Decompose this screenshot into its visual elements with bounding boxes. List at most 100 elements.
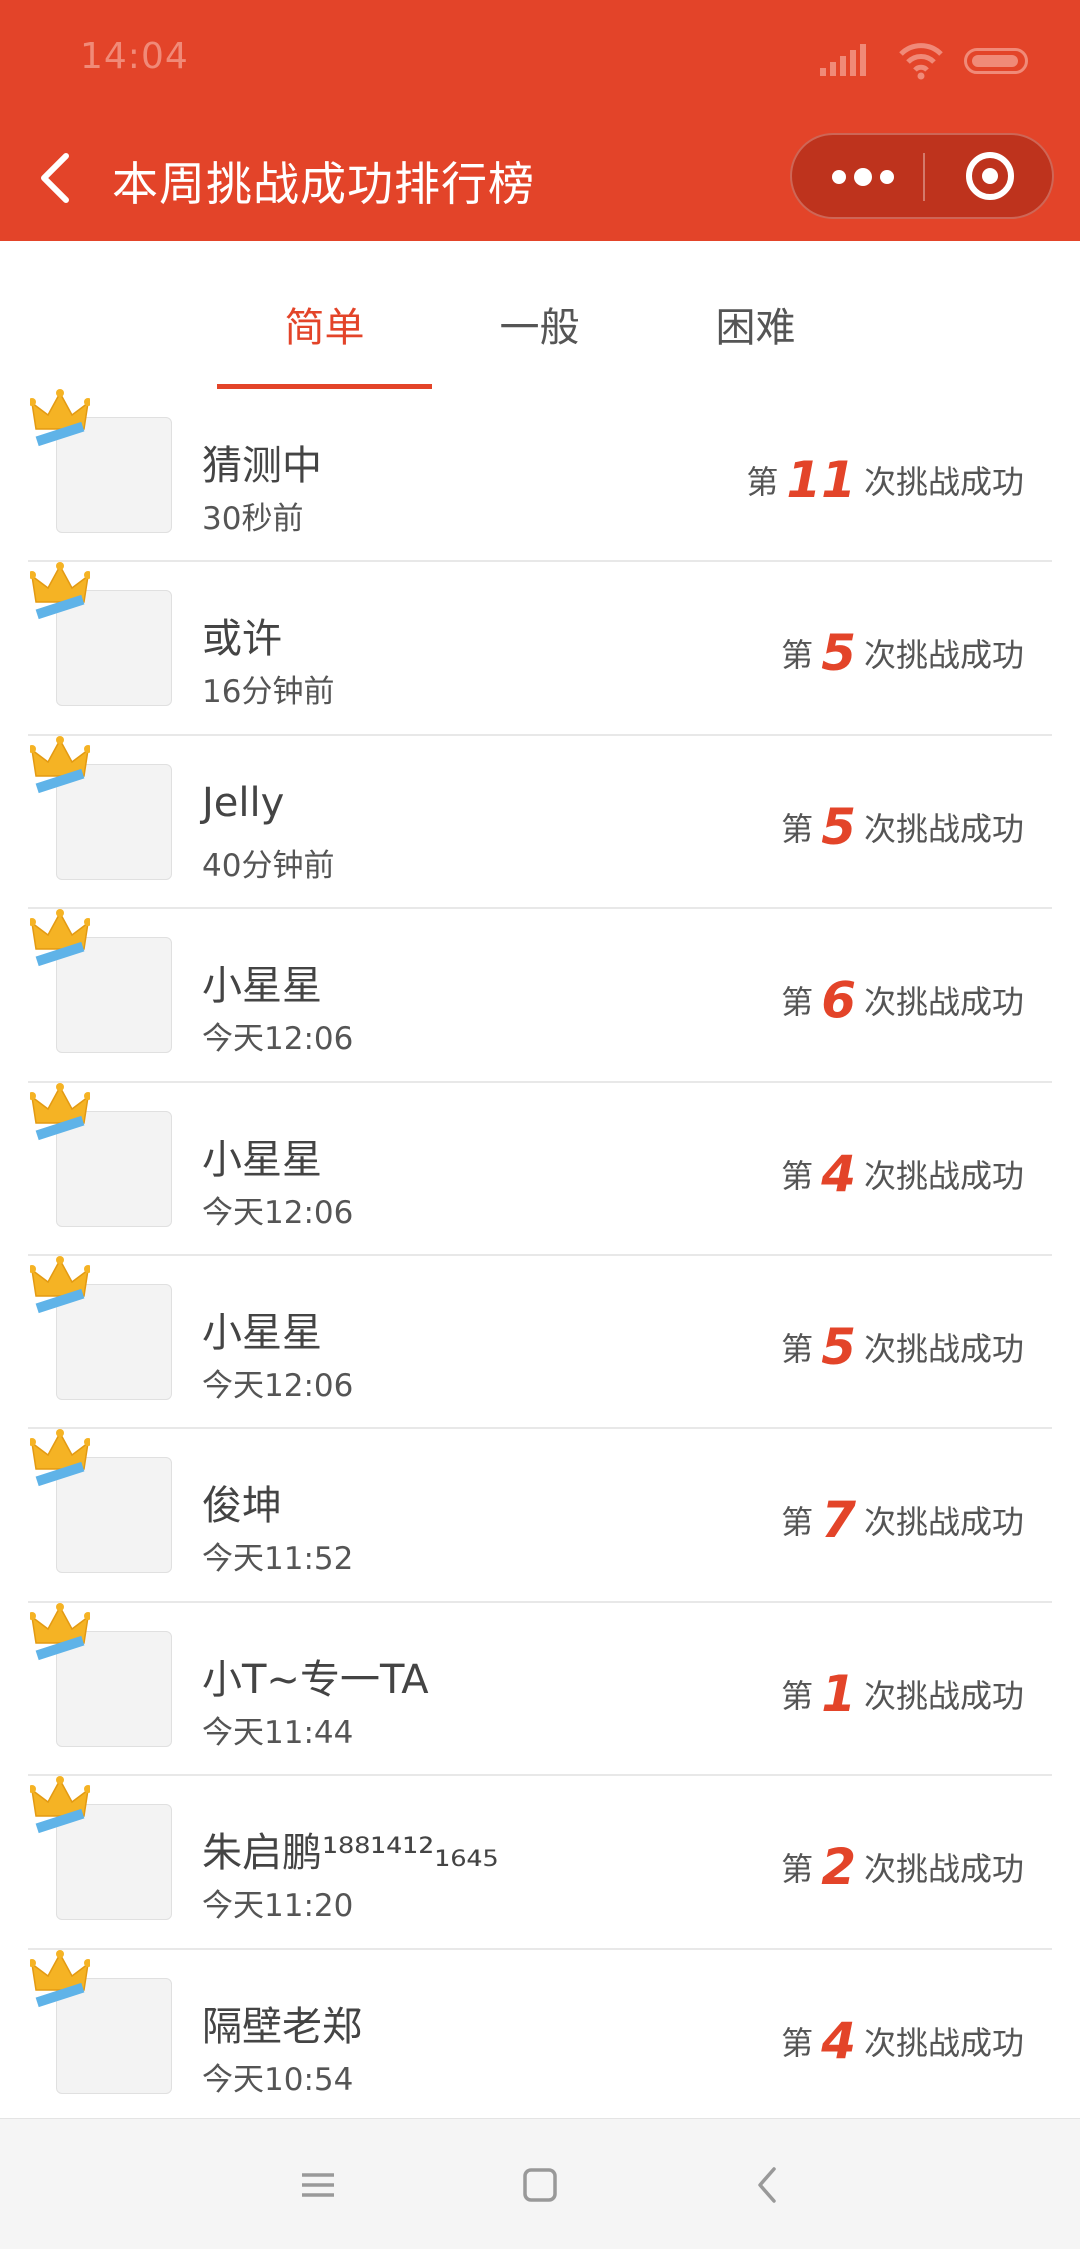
result-suffix: 次挑战成功 xyxy=(863,636,1024,675)
more-button[interactable] xyxy=(792,135,922,217)
tab-normal[interactable]: 一般 xyxy=(432,295,647,353)
user-time: 16分钟前 xyxy=(202,674,335,711)
result-suffix: 次挑战成功 xyxy=(863,1156,1024,1195)
menu-button[interactable] xyxy=(288,2155,348,2215)
list-item[interactable]: 小星星今天12:06 第 6 次挑战成功 xyxy=(28,909,1052,1083)
difficulty-tabs: 简单 一般 困难 xyxy=(0,241,1080,389)
crown-icon xyxy=(28,1255,92,1314)
challenge-result: 第 2 次挑战成功 xyxy=(781,1834,1024,1896)
list-item[interactable]: Jelly 40分钟前 第 5 次挑战成功 xyxy=(28,735,1052,910)
challenge-count: 4 xyxy=(821,2011,856,2070)
user-time: 40分钟前 xyxy=(202,847,335,884)
challenge-result: 第 4 次挑战成功 xyxy=(781,1141,1024,1203)
user-time: 今天11:52 xyxy=(202,1541,354,1578)
ranking-list: 猜测中 30秒前第 11 次挑战成功 或许 16分钟前第 5 次挑战成功 Jelly 40分钟前第… xyxy=(0,389,1080,2123)
capsule-divider xyxy=(923,153,925,201)
list-item[interactable]: 小星星 今天12:06 第 5 次挑战成功 xyxy=(28,1255,1052,1430)
challenge-count: 5 xyxy=(821,797,856,856)
system-back-button[interactable] xyxy=(738,2155,798,2215)
result-prefix: 第 xyxy=(746,463,779,501)
menu-icon xyxy=(302,2173,334,2197)
challenge-result: 第 11 次挑战成功 xyxy=(746,447,1024,509)
battery-icon xyxy=(964,48,1028,74)
result-prefix: 第 xyxy=(781,1329,814,1368)
result-suffix: 次挑战成功 xyxy=(863,1503,1024,1542)
user-time: 今天11:20 xyxy=(202,1888,354,1925)
challenge-count: 4 xyxy=(821,1144,856,1203)
crown-icon xyxy=(28,1776,92,1834)
list-item[interactable]: 小星星今天12:06 第 4 次挑战成功 xyxy=(28,1082,1052,1256)
user-time: 30秒前 xyxy=(202,501,304,537)
result-prefix: 第 xyxy=(781,1156,814,1195)
system-nav-bar xyxy=(0,2118,1080,2249)
user-name: 俊坤 xyxy=(202,1483,282,1530)
challenge-result: 第 1 次挑战成功 xyxy=(781,1661,1024,1723)
home-button[interactable] xyxy=(510,2155,570,2215)
list-item[interactable]: 隔壁老郑今天10:54 第 4 次挑战成功 xyxy=(28,1949,1052,2123)
challenge-count: 5 xyxy=(821,624,856,683)
result-suffix: 次挑战成功 xyxy=(863,809,1024,848)
list-item[interactable]: 或许 16分钟前 第 5 次挑战成功 xyxy=(28,562,1052,736)
back-triangle-icon xyxy=(758,2167,776,2203)
result-suffix: 次挑战成功 xyxy=(863,1329,1024,1368)
user-name: 猜测中 xyxy=(202,443,322,489)
result-suffix: 次挑战成功 xyxy=(863,463,1024,501)
back-button[interactable] xyxy=(30,146,86,210)
wifi-icon xyxy=(899,43,943,80)
result-prefix: 第 xyxy=(781,636,814,675)
list-item[interactable]: 猜测中 30秒前 第 11 次挑战成功 xyxy=(28,389,1052,563)
top-bar: 14:04 本周挑战成功排行榜 xyxy=(0,0,1080,241)
target-dot xyxy=(982,168,998,184)
challenge-result: 第 5 次挑战成功 xyxy=(781,620,1024,682)
crown-icon xyxy=(28,735,92,794)
challenge-result: 第 7 次挑战成功 xyxy=(781,1487,1024,1549)
challenge-count: 2 xyxy=(821,1838,856,1897)
result-suffix: 次挑战成功 xyxy=(863,1676,1024,1715)
user-name: 小星星 xyxy=(202,963,322,1010)
result-prefix: 第 xyxy=(781,1850,814,1889)
user-name: 朱启鹏¹⁸⁸¹⁴¹²₁₆₄₅ xyxy=(202,1830,499,1877)
crown-icon xyxy=(28,562,92,620)
crown-icon xyxy=(28,1602,92,1661)
user-time: 今天12:06 xyxy=(202,1021,354,1058)
user-time: 今天11:44 xyxy=(202,1714,354,1751)
crown-icon xyxy=(28,1082,92,1141)
user-time: 今天12:06 xyxy=(202,1194,354,1231)
result-prefix: 第 xyxy=(781,983,814,1022)
status-icons xyxy=(820,40,1040,80)
result-suffix: 次挑战成功 xyxy=(863,983,1024,1022)
challenge-count: 6 xyxy=(821,971,856,1030)
user-name: 小星星 xyxy=(202,1136,322,1183)
result-prefix: 第 xyxy=(781,1676,814,1715)
signal-icon xyxy=(820,44,866,76)
user-time: 今天10:54 xyxy=(202,2061,354,2098)
result-suffix: 次挑战成功 xyxy=(863,2023,1024,2062)
challenge-count: 11 xyxy=(786,451,856,509)
result-suffix: 次挑战成功 xyxy=(863,1850,1024,1889)
chevron-left-icon xyxy=(41,153,69,203)
more-dot-icon xyxy=(832,170,846,184)
list-item[interactable]: 俊坤今天11:52 第 7 次挑战成功 xyxy=(28,1429,1052,1603)
user-name: 或许 xyxy=(202,616,282,663)
more-dot-icon xyxy=(854,168,872,186)
close-button[interactable] xyxy=(926,135,1052,217)
challenge-count: 7 xyxy=(821,1491,856,1550)
user-name: 隔壁老郑 xyxy=(202,2003,362,2050)
mini-program-capsule xyxy=(790,133,1054,219)
challenge-count: 1 xyxy=(821,1664,856,1723)
crown-icon xyxy=(28,1429,92,1487)
home-square-icon xyxy=(523,2168,557,2202)
result-prefix: 第 xyxy=(781,809,814,848)
status-time: 14:04 xyxy=(80,36,189,77)
challenge-result: 第 4 次挑战成功 xyxy=(781,2008,1024,2070)
list-item[interactable]: 朱启鹏¹⁸⁸¹⁴¹²₁₆₄₅ 今天11:20 第 2 次挑战成功 xyxy=(28,1776,1052,1950)
more-dot-icon xyxy=(880,170,894,184)
tab-easy[interactable]: 简单 xyxy=(217,295,432,353)
crown-icon xyxy=(28,389,92,447)
challenge-result: 第 5 次挑战成功 xyxy=(781,794,1024,856)
list-item[interactable]: 小T~专一TA 今天11:44 第 1 次挑战成功 xyxy=(28,1602,1052,1777)
user-name: 小星星 xyxy=(202,1309,322,1356)
result-prefix: 第 xyxy=(781,2023,814,2062)
crown-icon xyxy=(28,1949,92,2008)
tab-hard[interactable]: 困难 xyxy=(648,295,863,353)
